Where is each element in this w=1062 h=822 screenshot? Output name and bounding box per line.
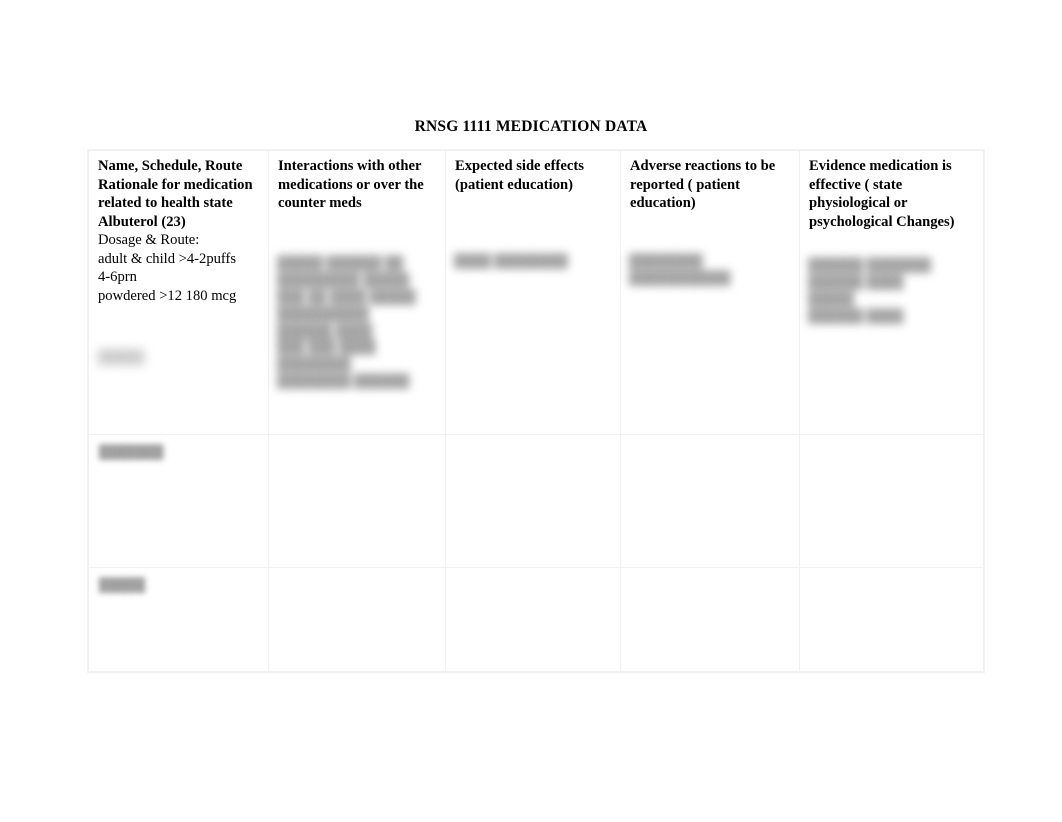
cell-adverse-reactions — [620, 434, 800, 568]
cell-adverse-reactions — [620, 567, 800, 672]
cell-expected-side-effects — [445, 567, 621, 672]
redacted-text-name-tail: █████ — [98, 349, 145, 364]
cell-adverse-reactions: Adverse reactions to be reported ( patie… — [620, 150, 800, 435]
document-page: RNSG 1111 MEDICATION DATA Name, Schedule… — [0, 0, 1062, 822]
dosage-line-3: powdered >12 180 mcg — [98, 287, 237, 304]
cell-expected-side-effects: Expected side effects (patient education… — [445, 150, 621, 435]
column-header-name-schedule-route: Name, Schedule, Route Rationale for medi… — [98, 158, 253, 212]
medication-data-table: Name, Schedule, Route Rationale for medi… — [88, 150, 984, 672]
column-header-adverse-reactions: Adverse reactions to be reported ( patie… — [630, 158, 776, 212]
cell-interactions: Interactions with other medications or o… — [268, 150, 446, 435]
column-header-interactions: Interactions with other medications or o… — [278, 158, 424, 212]
cell-name-schedule-route: ███████ — [88, 434, 269, 568]
column-header-expected-side-effects: Expected side effects (patient education… — [455, 158, 584, 193]
cell-expected-side-effects — [445, 434, 621, 568]
dosage-label: Dosage & Route: — [98, 232, 200, 249]
dosage-line-1: adult & child >4-2puffs — [98, 250, 237, 267]
cell-name-schedule-route: █████ — [88, 567, 269, 672]
table-row: ███████ — [88, 434, 984, 568]
dosage-line-2: 4-6prn — [98, 269, 137, 286]
cell-interactions — [268, 567, 446, 672]
page-title: RNSG 1111 MEDICATION DATA — [414, 118, 648, 135]
medication-name: Albuterol (23) — [98, 213, 186, 230]
cell-evidence-effective — [799, 567, 984, 672]
cell-interactions — [268, 434, 446, 568]
redacted-medication-name: █████ — [99, 577, 146, 592]
redacted-text-expected-side-effects: ████ ████████ — [454, 253, 568, 268]
redacted-text-evidence-effective: ██████ ███████ ██████ ████ █████ ██████ … — [808, 257, 931, 323]
table-row: Name, Schedule, Route Rationale for medi… — [88, 150, 984, 435]
redacted-text-adverse-reactions: ████████ ███████████ — [629, 253, 731, 285]
table-row: █████ — [88, 567, 984, 672]
cell-name-schedule-route: Name, Schedule, Route Rationale for medi… — [88, 150, 269, 435]
redacted-text-interactions: █████ ██████ ██ █████████ █████ ███ ██ █… — [277, 255, 416, 389]
cell-evidence-effective — [799, 434, 984, 568]
column-header-evidence-effective: Evidence medication is effective ( state… — [809, 158, 955, 230]
redacted-medication-name: ███████ — [99, 444, 164, 459]
cell-evidence-effective: Evidence medication is effective ( state… — [799, 150, 984, 435]
